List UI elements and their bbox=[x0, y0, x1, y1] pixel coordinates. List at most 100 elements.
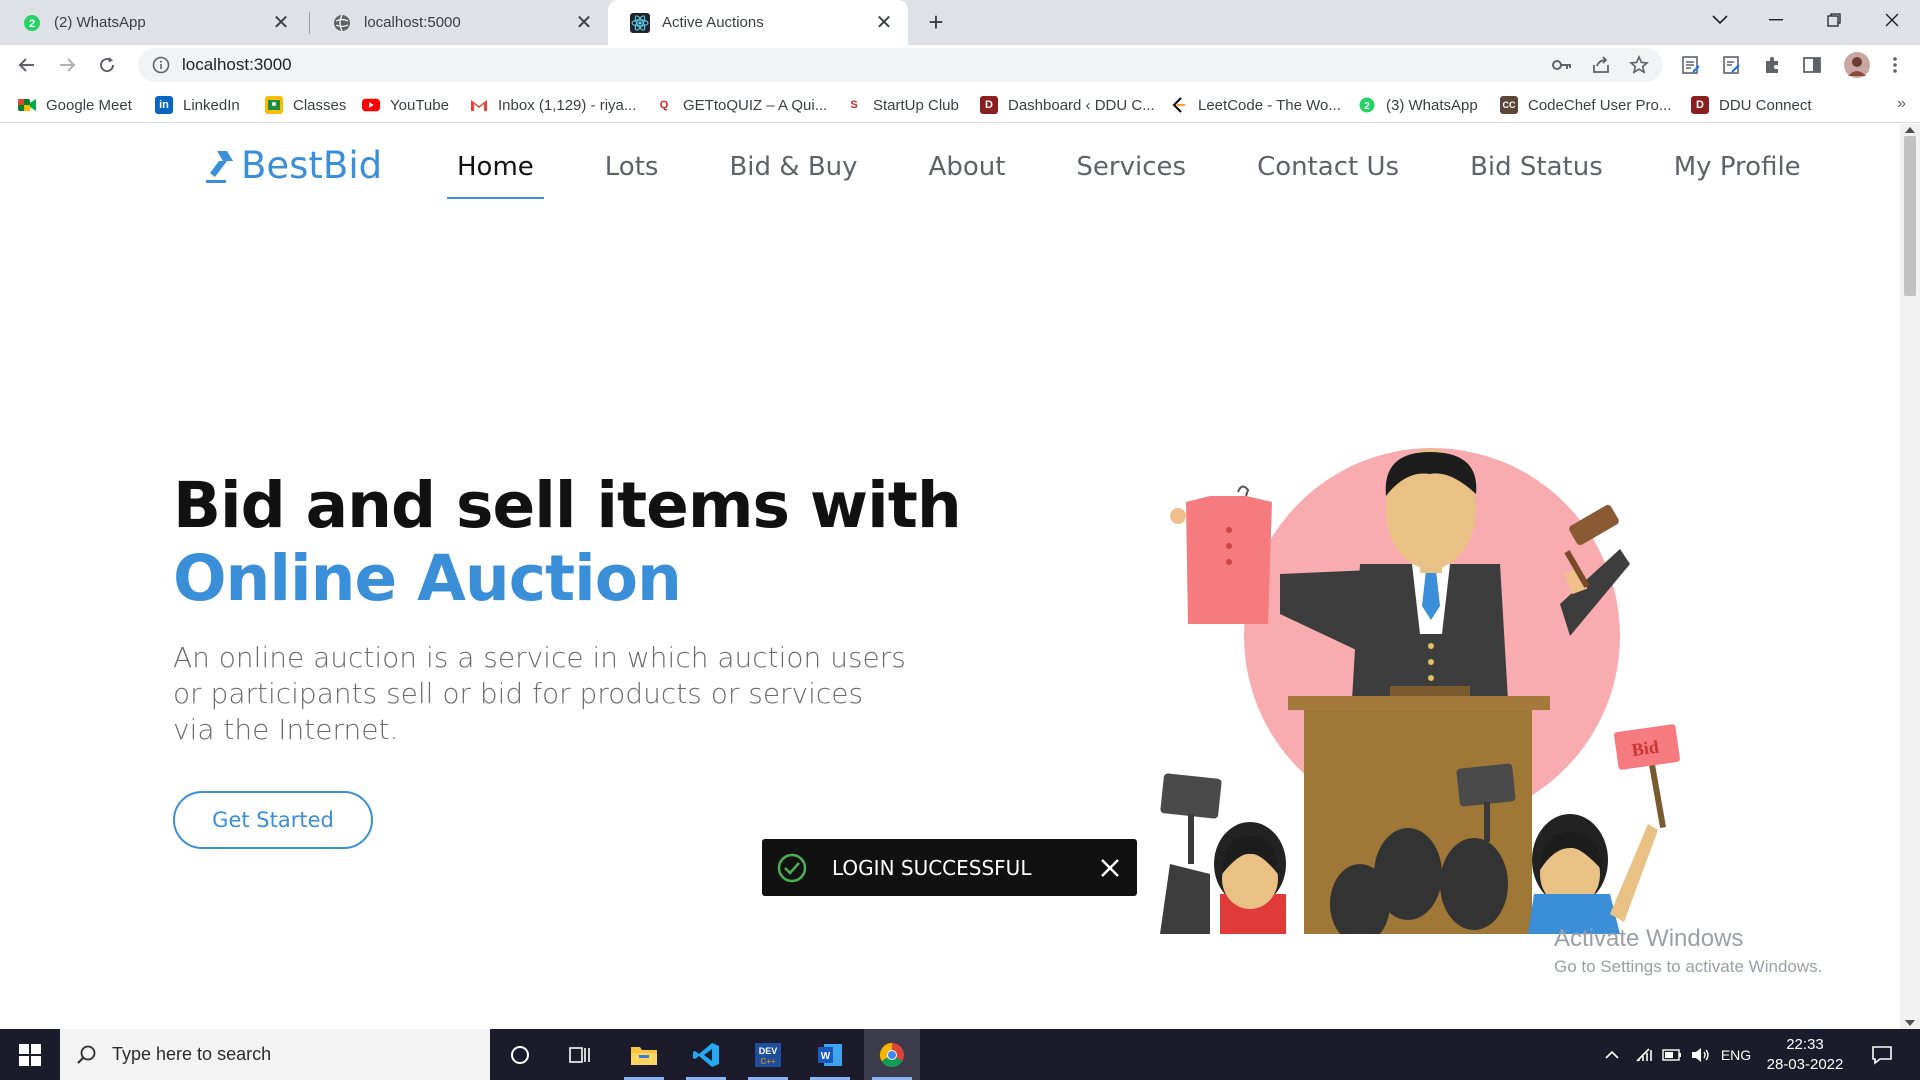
paddle bbox=[1456, 763, 1516, 807]
bookmark-linkedin[interactable]: in LinkedIn bbox=[155, 94, 240, 116]
auctioneer-illustration: Bid bbox=[1160, 448, 1680, 934]
audience-silhouettes bbox=[1160, 814, 1658, 934]
nav-bid-status[interactable]: Bid Status bbox=[1460, 152, 1613, 182]
nav-about[interactable]: About bbox=[919, 152, 1016, 182]
taskbar-clock[interactable]: 22:33 28-03-2022 bbox=[1760, 1035, 1850, 1075]
scroll-down-arrow-icon[interactable] bbox=[1905, 1020, 1915, 1026]
close-window-button[interactable] bbox=[1864, 0, 1920, 40]
notifications-icon[interactable] bbox=[1862, 1029, 1902, 1080]
start-button[interactable] bbox=[0, 1029, 60, 1080]
more-bookmarks-button[interactable]: » bbox=[1897, 95, 1906, 113]
bookmark-ddu-dashboard[interactable]: D Dashboard ‹ DDU C... bbox=[980, 94, 1155, 116]
nav-bid-and-buy[interactable]: Bid & Buy bbox=[719, 152, 867, 182]
extension-notes-icon[interactable] bbox=[1680, 54, 1702, 76]
clock-time: 22:33 bbox=[1786, 1036, 1824, 1053]
close-tab-icon[interactable]: ✕ bbox=[574, 13, 594, 33]
forward-button[interactable] bbox=[52, 50, 82, 80]
bookmark-codechef[interactable]: CC CodeChef User Pro... bbox=[1500, 94, 1671, 116]
close-tab-icon[interactable]: ✕ bbox=[271, 13, 291, 33]
bookmark-ddu-connect[interactable]: D DDU Connect bbox=[1691, 94, 1812, 116]
back-button[interactable] bbox=[12, 50, 42, 80]
hero-title-accent: Online Auction bbox=[173, 542, 682, 615]
page-scrollbar[interactable] bbox=[1900, 124, 1920, 1029]
tab-active-auctions[interactable]: Active Auctions ✕ bbox=[608, 0, 908, 45]
restore-button[interactable] bbox=[1806, 0, 1862, 40]
reload-button[interactable] bbox=[92, 50, 122, 80]
side-panel-icon[interactable] bbox=[1801, 54, 1823, 76]
nav-my-profile[interactable]: My Profile bbox=[1664, 152, 1811, 182]
bookmark-startup-club[interactable]: S StartUp Club bbox=[845, 94, 959, 116]
battery-icon[interactable] bbox=[1660, 1029, 1684, 1080]
key-icon[interactable] bbox=[1551, 54, 1573, 76]
close-icon[interactable] bbox=[1099, 857, 1121, 879]
bookmark-star-icon[interactable] bbox=[1628, 54, 1650, 76]
codechef-icon: CC bbox=[1500, 96, 1518, 114]
bookmark-label: GETtoQUIZ – A Qui... bbox=[683, 96, 828, 114]
svg-text:DEV: DEV bbox=[759, 1046, 778, 1056]
bookmark-classes[interactable]: Classes bbox=[265, 94, 346, 116]
bookmark-leetcode[interactable]: LeetCode - The Wo... bbox=[1170, 94, 1341, 116]
bookmark-label: Google Meet bbox=[46, 96, 132, 114]
nav-services[interactable]: Services bbox=[1066, 152, 1196, 182]
check-circle-icon bbox=[777, 853, 807, 882]
tab-title: localhost:5000 bbox=[364, 14, 461, 31]
tab-title: Active Auctions bbox=[662, 14, 764, 31]
bookmarks-bar: Google Meet in LinkedIn Classes YouTube … bbox=[0, 85, 1920, 123]
cortana-icon[interactable] bbox=[492, 1029, 548, 1080]
browser-menu-icon[interactable] bbox=[1884, 54, 1906, 76]
extensions-puzzle-icon[interactable] bbox=[1761, 54, 1783, 76]
google-meet-icon bbox=[18, 96, 36, 114]
site-info-icon[interactable] bbox=[152, 56, 170, 74]
task-view-icon[interactable] bbox=[552, 1029, 608, 1080]
globe-icon bbox=[332, 13, 352, 33]
nav-home[interactable]: Home bbox=[447, 152, 544, 199]
nav-lots[interactable]: Lots bbox=[595, 152, 669, 182]
word-icon[interactable]: W bbox=[802, 1029, 858, 1080]
volume-icon[interactable] bbox=[1688, 1029, 1714, 1080]
chrome-icon[interactable] bbox=[864, 1029, 920, 1080]
bookmark-gettoquiz[interactable]: Q GETtoQUIZ – A Qui... bbox=[655, 94, 828, 116]
bookmark-label: LeetCode - The Wo... bbox=[1198, 96, 1341, 114]
get-started-button[interactable]: Get Started bbox=[173, 791, 373, 849]
vscode-icon[interactable] bbox=[678, 1029, 734, 1080]
profile-avatar[interactable] bbox=[1842, 50, 1872, 80]
taskbar-search[interactable]: Type here to search bbox=[60, 1029, 490, 1080]
bookmark-label: Inbox (1,129) - riya... bbox=[498, 96, 637, 114]
file-explorer-icon[interactable] bbox=[616, 1029, 672, 1080]
share-icon[interactable] bbox=[1590, 54, 1612, 76]
svg-text:C++: C++ bbox=[760, 1057, 775, 1066]
tray-chevron-icon[interactable] bbox=[1600, 1029, 1624, 1080]
hero-description: An online auction is a service in which … bbox=[173, 641, 906, 746]
network-icon[interactable] bbox=[1632, 1029, 1656, 1080]
browser-toolbar: localhost:3000 bbox=[0, 45, 1920, 85]
extension-edit-icon[interactable] bbox=[1721, 54, 1743, 76]
svg-text:W: W bbox=[821, 1051, 831, 1062]
browser-tab-strip: 2 (2) WhatsApp ✕ localhost:5000 ✕ Active… bbox=[0, 0, 1920, 45]
tab-localhost-5000[interactable]: localhost:5000 ✕ bbox=[310, 0, 608, 45]
shirt-on-hanger-icon bbox=[1170, 485, 1272, 624]
bookmark-label: (3) WhatsApp bbox=[1386, 96, 1478, 114]
language-indicator[interactable]: ENG bbox=[1716, 1029, 1756, 1080]
bookmark-whatsapp[interactable]: 2 (3) WhatsApp bbox=[1358, 94, 1478, 116]
devc-icon[interactable]: DEV C++ bbox=[740, 1029, 796, 1080]
bookmark-label: Dashboard ‹ DDU C... bbox=[1008, 96, 1155, 114]
nav-contact-us[interactable]: Contact Us bbox=[1247, 152, 1409, 182]
new-tab-button[interactable]: + bbox=[922, 8, 950, 36]
tab-title: (2) WhatsApp bbox=[54, 14, 146, 31]
gavel-logo-icon bbox=[206, 150, 233, 183]
close-tab-icon[interactable]: ✕ bbox=[874, 13, 894, 33]
linkedin-icon: in bbox=[155, 96, 173, 114]
tab-search-chevron-icon[interactable] bbox=[1692, 0, 1748, 40]
bookmark-google-meet[interactable]: Google Meet bbox=[18, 94, 132, 116]
scroll-up-arrow-icon[interactable] bbox=[1905, 127, 1915, 133]
tab-whatsapp[interactable]: 2 (2) WhatsApp ✕ bbox=[0, 0, 305, 45]
scroll-thumb[interactable] bbox=[1904, 136, 1916, 296]
startup-club-icon: S bbox=[850, 99, 858, 111]
site-logo[interactable]: BestBid bbox=[205, 144, 382, 187]
hero-title: Bid and sell items with Online Auction bbox=[173, 469, 962, 615]
windows-activation-watermark: Activate Windows Go to Settings to activ… bbox=[1554, 925, 1822, 977]
bookmark-gmail-inbox[interactable]: Inbox (1,129) - riya... bbox=[470, 94, 636, 116]
address-bar[interactable]: localhost:3000 bbox=[138, 48, 1663, 82]
bookmark-youtube[interactable]: YouTube bbox=[362, 94, 449, 116]
minimize-button[interactable] bbox=[1748, 0, 1804, 40]
